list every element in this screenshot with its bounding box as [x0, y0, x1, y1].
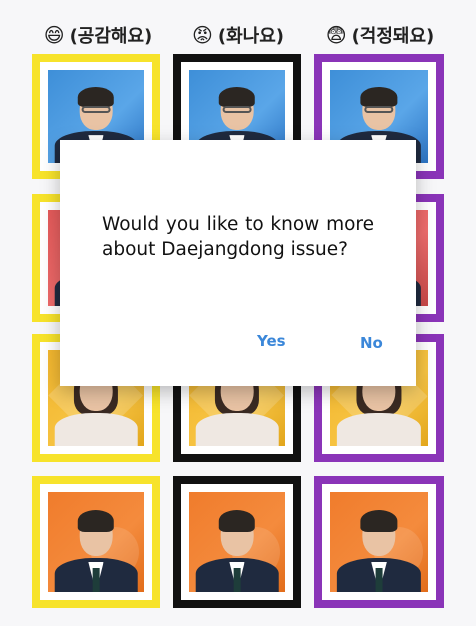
angry-face-icon: 😡 — [192, 23, 213, 47]
dialog-actions: Yes No — [60, 332, 416, 356]
column-header-angry: 😡 (화나요) — [168, 18, 308, 52]
column-header-empathize: 😄 (공감해요) — [28, 18, 168, 52]
grinning-face-icon: 😄 — [43, 23, 65, 47]
column-label: (화나요) — [217, 26, 284, 47]
column-header-worried: 😨 (걱정돼요) — [310, 18, 450, 52]
column-label: (공감해요) — [69, 26, 153, 47]
fearful-face-icon: 😨 — [325, 23, 347, 47]
column-label: (걱정돼요) — [351, 26, 435, 47]
confirm-dialog: Would you like to know more about Daejan… — [60, 140, 416, 386]
dialog-message: Would you like to know more about Daejan… — [102, 214, 374, 260]
no-button[interactable]: No — [360, 334, 383, 352]
reaction-tile-empathize-row4[interactable] — [32, 476, 160, 608]
yes-button[interactable]: Yes — [257, 332, 286, 350]
reaction-tile-angry-row4[interactable] — [173, 476, 301, 608]
candidate-photo — [189, 492, 285, 592]
reaction-tile-worried-row4[interactable] — [314, 476, 444, 608]
candidate-photo — [330, 492, 428, 592]
candidate-photo — [48, 492, 144, 592]
